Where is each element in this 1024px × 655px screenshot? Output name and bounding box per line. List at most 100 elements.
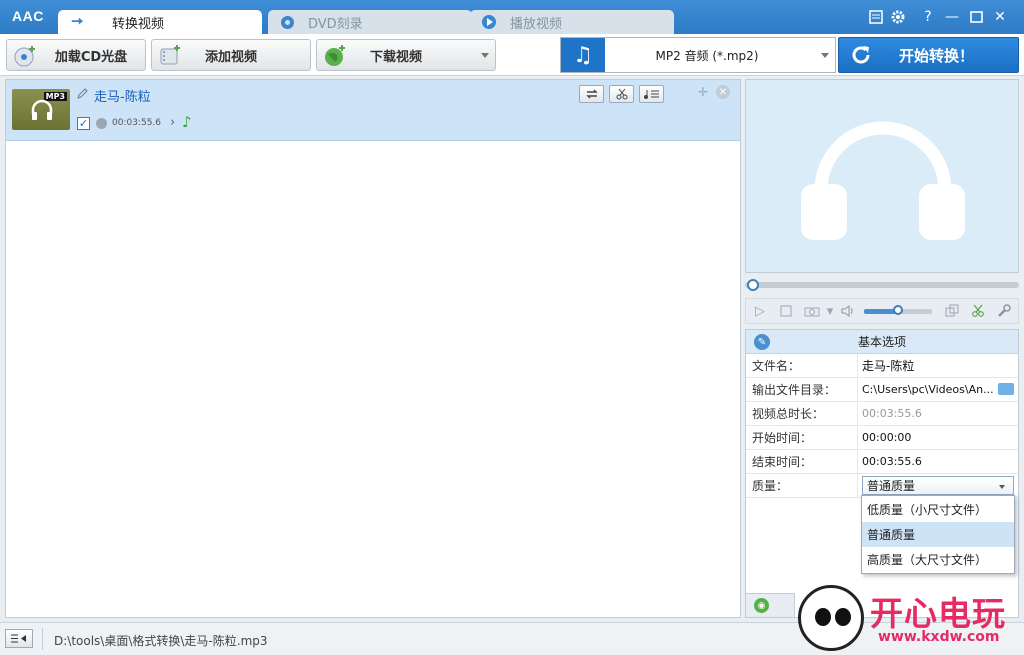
toggle-list-button[interactable] — [5, 629, 33, 648]
output-dir-field[interactable]: C:\Users\pc\Videos\An... — [858, 383, 1018, 396]
download-video-button[interactable]: 下载视频 — [316, 39, 496, 71]
chevron-down-icon[interactable]: ▾ — [822, 303, 838, 319]
property-row-start-time: 开始时间： 00:00:00 — [746, 425, 1018, 450]
headphones-icon — [31, 99, 53, 120]
move-icon[interactable]: ✛ — [698, 85, 708, 99]
start-time-field[interactable]: 00:00:00 — [858, 431, 1018, 444]
add-video-button[interactable]: 添加视频 — [151, 39, 311, 71]
duration-value: 00:03:55.6 — [862, 407, 922, 420]
convert-settings-button[interactable] — [579, 85, 604, 103]
file-list[interactable]: MP3 走马-陈粒 ✓ 00:03:55.6 › ♪ ✛ ✕ — [5, 79, 741, 618]
volume-handle[interactable] — [893, 305, 903, 315]
music-list-icon — [643, 90, 659, 99]
minimize-button[interactable]: — — [944, 9, 960, 25]
cd-add-icon — [13, 44, 37, 68]
button-label: 加载CD光盘 — [54, 49, 128, 65]
start-convert-button[interactable]: 开始转换！ — [838, 37, 1019, 73]
chevron-down-icon[interactable] — [481, 53, 489, 58]
maximize-button[interactable] — [968, 9, 984, 25]
output-format-select[interactable]: ♫ MP2 音频 (*.mp2) — [560, 37, 836, 73]
toolbar: 加载CD光盘 添加视频 下载视频 ♫ MP2 音频 (*.mp2) 开始转换！ — [0, 34, 1024, 76]
pencil-icon[interactable] — [76, 88, 88, 100]
file-checkbox[interactable]: ✓ — [77, 117, 90, 130]
play-icon[interactable]: ▷ — [752, 303, 768, 319]
audio-track-button[interactable] — [639, 85, 664, 103]
title-bar: AAC 转换视频 DVD刻录 播放视频 ? — ✕ — [0, 0, 1024, 34]
button-label: 下载视频 — [369, 49, 422, 65]
remove-item-icon[interactable]: ✕ — [716, 85, 730, 99]
properties-title: 基本选项 — [857, 335, 906, 349]
tab-convert-video[interactable]: 转换视频 — [58, 10, 262, 34]
property-row-end-time: 结束时间： 00:03:55.6 — [746, 449, 1018, 474]
mascot-logo — [798, 585, 864, 651]
file-title[interactable]: 走马-陈粒 — [94, 86, 151, 105]
chevron-down-icon[interactable] — [999, 485, 1005, 489]
watermark-text: 开心电玩 — [870, 594, 1006, 633]
refresh-icon — [847, 41, 875, 69]
properties-footer: ◉ — [745, 593, 795, 618]
property-label: 开始时间： — [746, 425, 858, 450]
seek-bar[interactable] — [745, 279, 1019, 291]
property-label: 文件名： — [746, 353, 858, 378]
watermark-url: www.kxdw.com — [878, 629, 1000, 645]
volume-icon[interactable] — [840, 303, 856, 319]
filename-field[interactable]: 走马-陈粒 — [858, 357, 1018, 374]
wrench-icon[interactable] — [996, 303, 1012, 319]
camera-icon[interactable] — [804, 303, 820, 319]
chevron-right-icon: › — [170, 115, 176, 130]
tab-label: 播放视频 — [510, 16, 563, 32]
tab-play-video[interactable]: 播放视频 — [470, 10, 674, 34]
quality-dropdown: 低质量（小尺寸文件） 普通质量 高质量（大尺寸文件） — [861, 495, 1015, 574]
music-note-icon: ♫ — [561, 38, 605, 72]
button-label: 添加视频 — [204, 49, 257, 65]
quality-select[interactable]: 普通质量 — [862, 476, 1014, 495]
property-label: 视频总时长： — [746, 401, 858, 426]
output-format-value: MP2 音频 (*.mp2) — [655, 48, 759, 63]
quality-value: 普通质量 — [867, 479, 916, 493]
convert-icon — [70, 15, 84, 29]
quality-option-low[interactable]: 低质量（小尺寸文件） — [862, 497, 1014, 522]
end-time-field[interactable]: 00:03:55.6 — [858, 455, 1018, 468]
watermark: 开心电玩 www.kxdw.com — [796, 583, 1024, 655]
load-cd-button[interactable]: 加载CD光盘 — [6, 39, 146, 71]
headphones-icon — [801, 121, 965, 240]
list-collapse-icon — [11, 634, 26, 643]
file-duration: 00:03:55.6 — [112, 118, 162, 128]
preview-area — [745, 79, 1019, 273]
copy-icon[interactable] — [944, 303, 960, 319]
disc-icon — [280, 15, 294, 29]
help-button[interactable]: ? — [920, 9, 936, 25]
property-row-filename: 文件名： 走马-陈粒 — [746, 353, 1018, 378]
log-icon[interactable] — [868, 9, 884, 25]
button-label: 开始转换！ — [898, 46, 974, 65]
property-row-output-dir: 输出文件目录： C:\Users\pc\Videos\An... — [746, 377, 1018, 402]
folder-icon[interactable] — [998, 383, 1014, 395]
tab-dvd-burn[interactable]: DVD刻录 — [268, 10, 472, 34]
swap-icon — [585, 89, 598, 99]
property-row-duration: 视频总时长： 00:03:55.6 — [746, 401, 1018, 426]
seek-handle[interactable] — [747, 279, 759, 291]
cut-button[interactable] — [609, 85, 634, 103]
file-list-item[interactable]: MP3 走马-陈粒 ✓ 00:03:55.6 › ♪ ✛ ✕ — [6, 80, 740, 141]
close-button[interactable]: ✕ — [992, 9, 1008, 25]
status-file-path: D:\tools\桌面\格式转换\走马-陈粒.mp3 — [54, 634, 268, 648]
property-label: 质量： — [746, 473, 858, 498]
file-thumbnail: MP3 — [12, 89, 70, 130]
settings-icon: ✎ — [754, 334, 770, 350]
seek-track[interactable] — [745, 282, 1019, 288]
property-label: 输出文件目录： — [746, 377, 858, 402]
scissors-icon — [616, 88, 627, 100]
quality-option-normal[interactable]: 普通质量 — [862, 522, 1014, 547]
app-logo: AAC — [12, 8, 44, 24]
clock-icon — [96, 118, 107, 129]
properties-panel: ✎ 基本选项 文件名： 走马-陈粒 输出文件目录： C:\Users\pc\Vi… — [745, 329, 1019, 618]
audio-settings-icon[interactable]: ◉ — [754, 598, 769, 613]
gear-icon[interactable] — [890, 9, 906, 25]
music-note-icon[interactable]: ♪ — [182, 113, 192, 131]
stop-icon[interactable] — [778, 303, 794, 319]
player-controls: ▷ ▾ — [745, 298, 1019, 324]
divider — [42, 628, 43, 650]
quality-option-high[interactable]: 高质量（大尺寸文件） — [862, 547, 1014, 572]
chevron-down-icon[interactable] — [821, 53, 829, 58]
scissors-icon[interactable] — [970, 303, 986, 319]
